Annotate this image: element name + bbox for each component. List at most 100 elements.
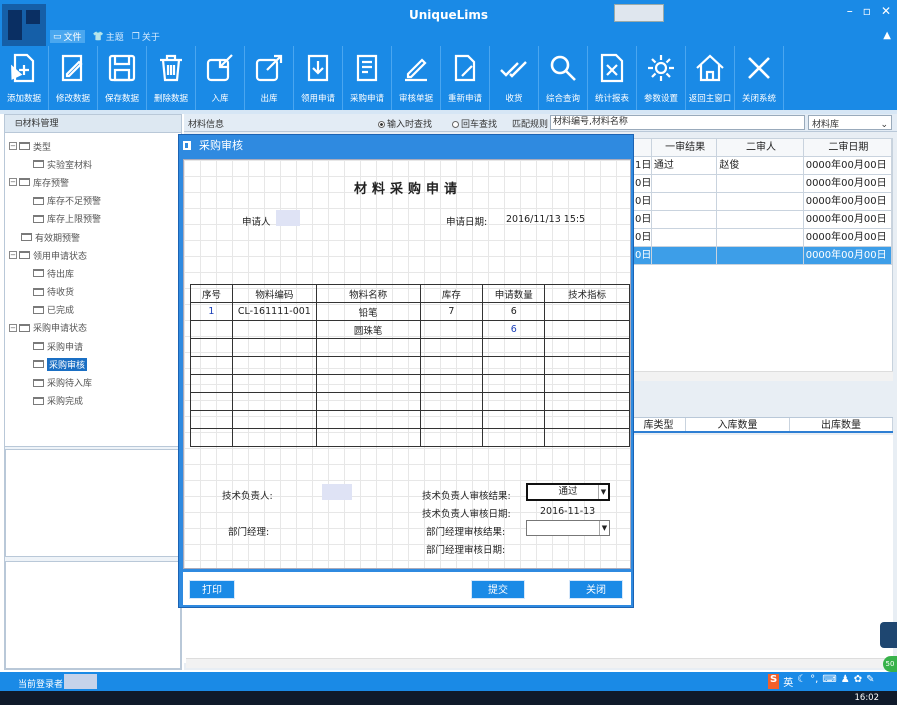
table-row[interactable] <box>190 428 630 447</box>
dialog-button-area <box>183 572 631 605</box>
submit-button[interactable]: 提交 <box>471 580 525 599</box>
folder-icon <box>33 269 44 278</box>
table-row[interactable]: 圆珠笔 6 <box>190 320 630 339</box>
table-row[interactable] <box>190 374 630 393</box>
table-row[interactable] <box>190 338 630 357</box>
panel-tab[interactable]: ⊟材料管理 <box>5 115 181 133</box>
search-input[interactable]: 材料编号,材料名称 <box>550 115 805 130</box>
query-button[interactable]: 综合查询 <box>539 46 588 110</box>
reapply-button[interactable]: 重新申请 <box>441 46 490 110</box>
side-chat-tab[interactable] <box>880 622 897 648</box>
edit-data-button[interactable]: 修改数据 <box>49 46 98 110</box>
library-select[interactable]: 材料库 ⌄ <box>808 115 892 130</box>
table-row[interactable] <box>190 410 630 429</box>
stock-out-button[interactable]: 出库 <box>245 46 294 110</box>
table-row[interactable]: 0日 0000年00月00日 <box>633 175 892 193</box>
table-row[interactable] <box>190 392 630 411</box>
section-label: 材料信息 <box>188 120 225 130</box>
window-close-button[interactable]: ✕ <box>881 4 891 18</box>
sogou-icon[interactable]: S <box>768 674 780 689</box>
window-widget[interactable] <box>614 4 664 22</box>
collapse-ribbon-icon[interactable]: ▲ <box>883 30 891 41</box>
radio-on-icon <box>378 121 385 128</box>
horizontal-scrollbar[interactable] <box>632 371 893 381</box>
radio-enter-find[interactable]: 回车查找 <box>452 117 497 130</box>
tree-node[interactable]: 采购完成 <box>5 392 181 410</box>
folder-icon <box>33 378 44 387</box>
tree-node[interactable]: 库存上限预警 <box>5 210 181 228</box>
collapse-icon[interactable]: − <box>9 178 17 187</box>
tree-node[interactable]: 库存不足预警 <box>5 192 181 210</box>
receive-button[interactable]: 收货 <box>490 46 539 110</box>
tree-node[interactable]: 采购待入库 <box>5 373 181 391</box>
settings-button[interactable]: 参数设置 <box>637 46 686 110</box>
skin-icon[interactable]: ✿ <box>854 674 862 689</box>
tech-lead-field[interactable] <box>322 484 352 500</box>
radio-input-find[interactable]: 输入时查找 <box>378 117 432 130</box>
minimize-button[interactable]: – <box>847 4 853 18</box>
chevron-down-icon: ▼ <box>599 521 609 535</box>
match-label: 匹配规则 <box>512 120 549 130</box>
info-icon: ❐ <box>131 31 140 42</box>
status-bar: 当前登录者 S 英 ☾ °, ⌨ ♟ ✿ ✎ <box>0 672 897 691</box>
stock-in-button[interactable]: 入库 <box>196 46 245 110</box>
tree-node[interactable]: − 类型 <box>5 137 181 155</box>
date-label: 申请日期: <box>446 217 488 228</box>
dialog-title-bar[interactable]: 采购审核 <box>179 135 633 157</box>
filter-bar: 材料信息 输入时查找 回车查找 匹配规则 材料编号,材料名称 材料库 ⌄ <box>184 114 897 132</box>
print-button[interactable]: 打印 <box>189 580 235 599</box>
dialog-close-button[interactable]: 关闭 <box>569 580 623 599</box>
horizontal-scrollbar-bottom[interactable] <box>186 658 893 668</box>
requisition-button[interactable]: 领用申请 <box>294 46 343 110</box>
report-button[interactable]: 统计报表 <box>588 46 637 110</box>
tree-node[interactable]: − 采购申请状态 <box>5 319 181 337</box>
table-row[interactable]: 1 CL-161111-001 铅笔 7 6 <box>190 302 630 321</box>
table-row[interactable]: 1日 通过 赵俊 0000年00月00日 <box>633 157 892 175</box>
review-doc-button[interactable]: 审核单据 <box>392 46 441 110</box>
collapse-icon[interactable]: − <box>9 142 17 151</box>
add-data-button[interactable]: 添加数据 <box>0 46 49 110</box>
table-row[interactable]: 0日 0000年00月00日 <box>633 193 892 211</box>
table-row[interactable]: 0日 0000年00月00日 <box>633 229 892 247</box>
tree-node[interactable]: − 库存预警 <box>5 173 181 191</box>
tree-node-selected[interactable]: 采购审核 <box>5 355 181 373</box>
search-icon <box>550 55 576 81</box>
tree-node[interactable]: 待收货 <box>5 283 181 301</box>
tree-node[interactable]: 实验室材料 <box>5 155 181 173</box>
save-data-button[interactable]: 保存数据 <box>98 46 147 110</box>
keyboard-icon[interactable]: ⌨ <box>822 674 836 689</box>
panel-icon: ⊟ <box>15 119 23 129</box>
collapse-icon[interactable]: − <box>9 323 17 332</box>
wrench-icon[interactable]: ✎ <box>866 674 874 689</box>
tree-node[interactable]: 已完成 <box>5 301 181 319</box>
table-row[interactable] <box>190 356 630 375</box>
delete-data-button[interactable]: 删除数据 <box>147 46 196 110</box>
grid-header: 一审结果 二审人 二审日期 <box>633 139 892 157</box>
maximize-button[interactable]: ▫ <box>863 4 871 18</box>
menu-file[interactable]: ▭ 文件 <box>50 30 85 43</box>
home-button[interactable]: 返回主窗口 <box>686 46 735 110</box>
table-row[interactable]: 0日 0000年00月00日 <box>633 211 892 229</box>
exit-system-button[interactable]: 关闭系统 <box>735 46 784 110</box>
tree-node[interactable]: 采购申请 <box>5 337 181 355</box>
dept-result-select[interactable]: ▼ <box>526 520 610 536</box>
left-info-panel-2 <box>5 561 181 669</box>
home-icon <box>696 54 724 82</box>
tech-result-select[interactable]: 通过 ▼ <box>526 483 610 501</box>
purchase-request-button[interactable]: 采购申请 <box>343 46 392 110</box>
table-row-selected[interactable]: 0日 0000年00月00日 <box>633 247 892 265</box>
tree-node[interactable]: 有效期预警 <box>5 228 181 246</box>
folder-icon <box>33 342 44 351</box>
menu-about[interactable]: ❐ 关于 <box>131 30 160 44</box>
applicant-field[interactable] <box>276 210 300 226</box>
ime-language[interactable]: 英 <box>783 674 793 689</box>
collapse-icon[interactable]: − <box>9 251 17 260</box>
side-badge[interactable]: 50 <box>883 656 897 672</box>
tree-node[interactable]: 待出库 <box>5 264 181 282</box>
punctuation-icon[interactable]: °, <box>810 674 818 689</box>
menu-theme[interactable]: 👕 主题 <box>93 30 124 44</box>
user-icon[interactable]: ♟ <box>841 674 850 689</box>
dept-result-label: 部门经理审核结果: <box>426 527 506 538</box>
moon-icon[interactable]: ☾ <box>797 674 806 689</box>
tree-node[interactable]: − 领用申请状态 <box>5 246 181 264</box>
